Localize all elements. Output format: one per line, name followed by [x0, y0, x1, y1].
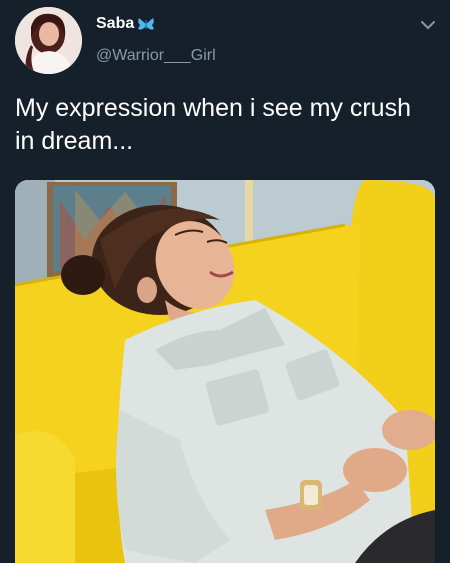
author-handle[interactable]: @Warrior___Girl	[96, 47, 216, 65]
author-row: Saba	[96, 15, 155, 33]
tweet-card: Saba @Warrior___Girl My expression when …	[0, 0, 450, 563]
avatar[interactable]	[15, 7, 82, 74]
tweet-text: My expression when i see my crush in dre…	[15, 94, 411, 155]
display-name[interactable]: Saba	[96, 15, 134, 33]
chevron-down-icon[interactable]	[420, 18, 436, 30]
butterfly-icon	[137, 16, 155, 32]
tweet-photo[interactable]	[15, 180, 435, 563]
photo-image	[15, 180, 435, 563]
avatar-image	[15, 7, 82, 74]
